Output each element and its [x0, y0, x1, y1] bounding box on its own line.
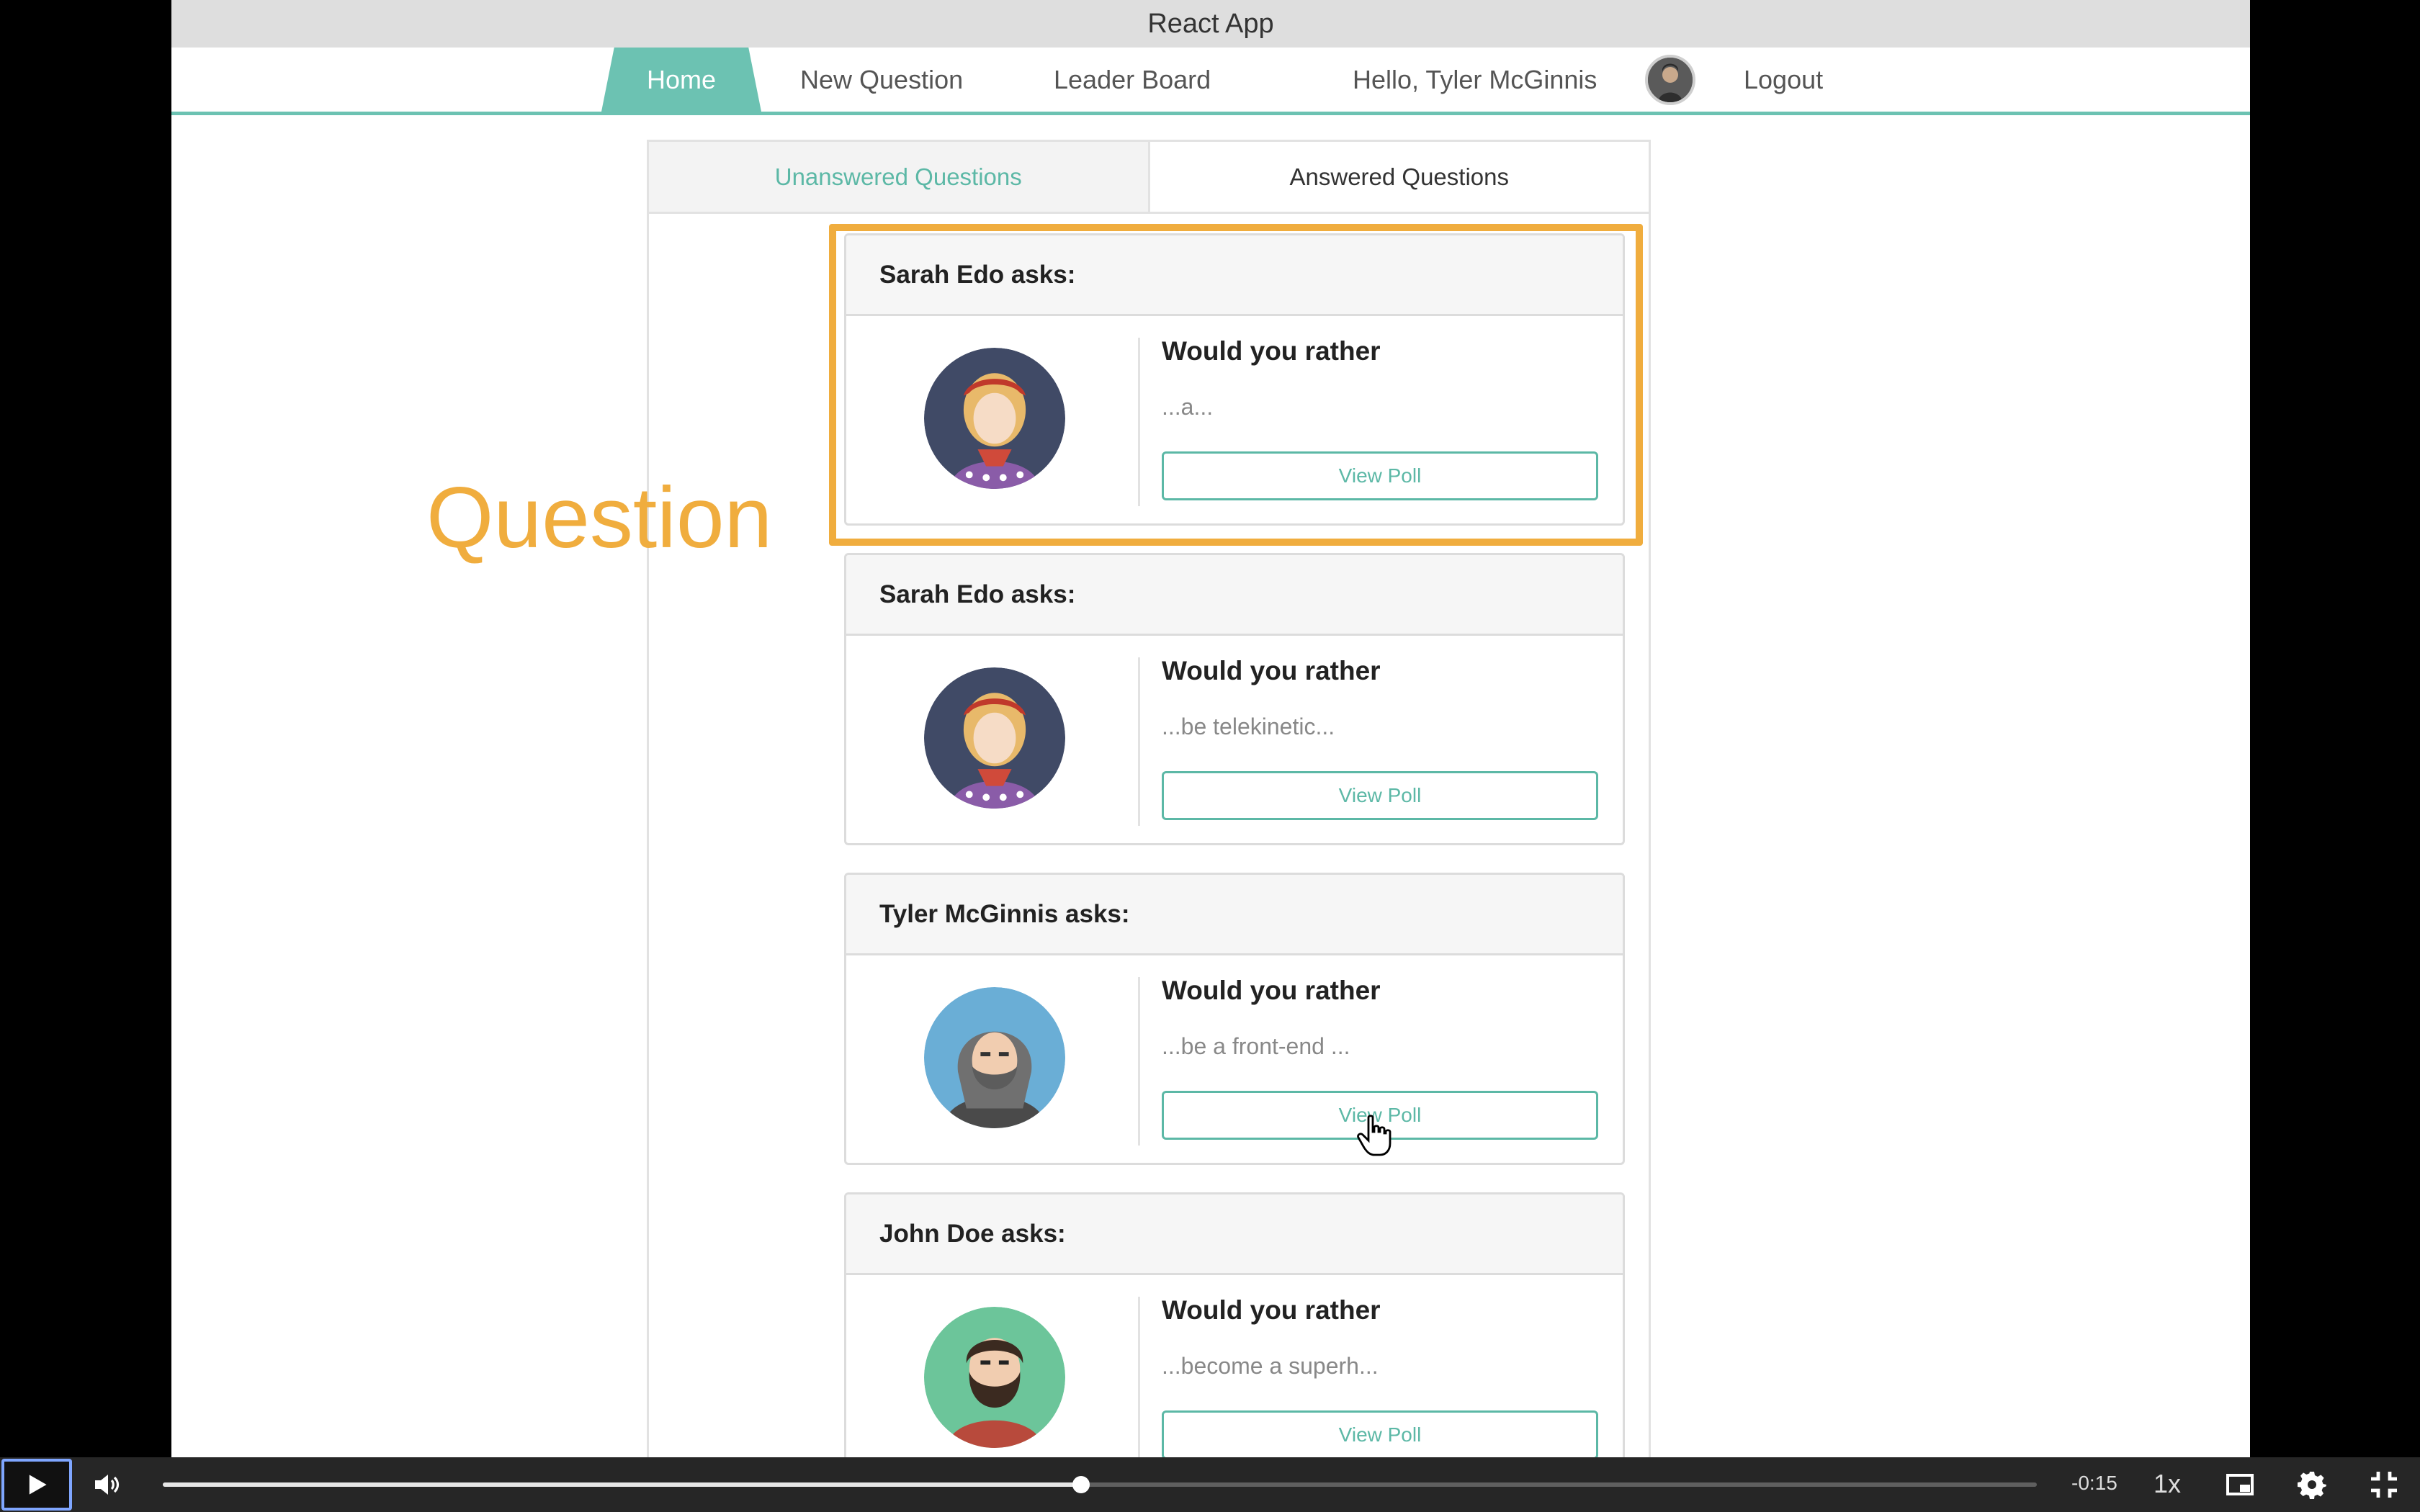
- question-author: Tyler McGinnis asks:: [846, 875, 1623, 955]
- window-title: React App: [171, 0, 2250, 48]
- progress-fill: [163, 1482, 1081, 1487]
- card-divider: [1138, 1297, 1140, 1465]
- video-controls: -0:15 1x: [0, 1457, 2420, 1512]
- playback-rate[interactable]: 1x: [2154, 1469, 2181, 1499]
- exit-fullscreen-icon[interactable]: [2370, 1470, 2398, 1499]
- card-divider: [1138, 657, 1140, 826]
- nav-greeting: Hello, Tyler McGinnis: [1353, 64, 1597, 94]
- play-button[interactable]: [1, 1459, 72, 1511]
- view-poll-button[interactable]: View Poll: [1162, 771, 1598, 820]
- question-author: John Doe asks:: [846, 1194, 1623, 1275]
- tab-unanswered[interactable]: Unanswered Questions: [649, 142, 1150, 212]
- nav-home-label: Home: [646, 64, 717, 94]
- hand-cursor-icon: [1357, 1115, 1392, 1156]
- question-annotation: Question: [426, 469, 773, 566]
- hooded-man-avatar-icon: [924, 987, 1065, 1128]
- time-remaining: -0:15: [2071, 1472, 2118, 1494]
- picture-in-picture-icon[interactable]: [2226, 1470, 2254, 1499]
- user-photo-icon: [1648, 58, 1693, 102]
- video-player: React App Home New Question Leader Board…: [0, 0, 2420, 1512]
- progress-scrubber[interactable]: [1072, 1476, 1090, 1493]
- question-card: John Doe asks: Would you rather ...becom…: [844, 1192, 1625, 1485]
- question-snippet: ...be a front-end ...: [1162, 1033, 1350, 1059]
- volume-icon[interactable]: [92, 1470, 121, 1499]
- play-icon: [29, 1475, 47, 1495]
- question-tabs: Unanswered Questions Answered Questions: [649, 142, 1649, 214]
- question-card: Sarah Edo asks: Would you rather ...be t…: [844, 553, 1625, 845]
- question-snippet: ...become a superh...: [1162, 1353, 1379, 1379]
- nav-new-question[interactable]: New Question: [800, 48, 963, 112]
- question-highlight-box: [829, 224, 1643, 546]
- user-avatar: [1645, 55, 1695, 105]
- view-poll-button[interactable]: View Poll: [1162, 1410, 1598, 1459]
- question-prompt: Would you rather: [1162, 656, 1381, 685]
- nav-leader-board[interactable]: Leader Board: [1054, 48, 1211, 112]
- navbar: Home New Question Leader Board Hello, Ty…: [171, 48, 2250, 115]
- question-snippet: ...be telekinetic...: [1162, 714, 1335, 739]
- question-prompt: Would you rather: [1162, 1295, 1381, 1325]
- bearded-man-avatar-icon: [924, 1307, 1065, 1448]
- settings-gear-icon[interactable]: [2298, 1470, 2326, 1499]
- woman-avatar-icon: [924, 667, 1065, 809]
- question-card: Tyler McGinnis asks: Would you rather ..…: [844, 873, 1625, 1165]
- progress-bar[interactable]: [163, 1476, 2037, 1493]
- nav-logout[interactable]: Logout: [1744, 48, 1823, 112]
- question-prompt: Would you rather: [1162, 976, 1381, 1005]
- card-divider: [1138, 977, 1140, 1146]
- nav-home[interactable]: Home: [601, 48, 761, 112]
- question-author: Sarah Edo asks:: [846, 555, 1623, 636]
- tab-answered[interactable]: Answered Questions: [1150, 142, 1649, 212]
